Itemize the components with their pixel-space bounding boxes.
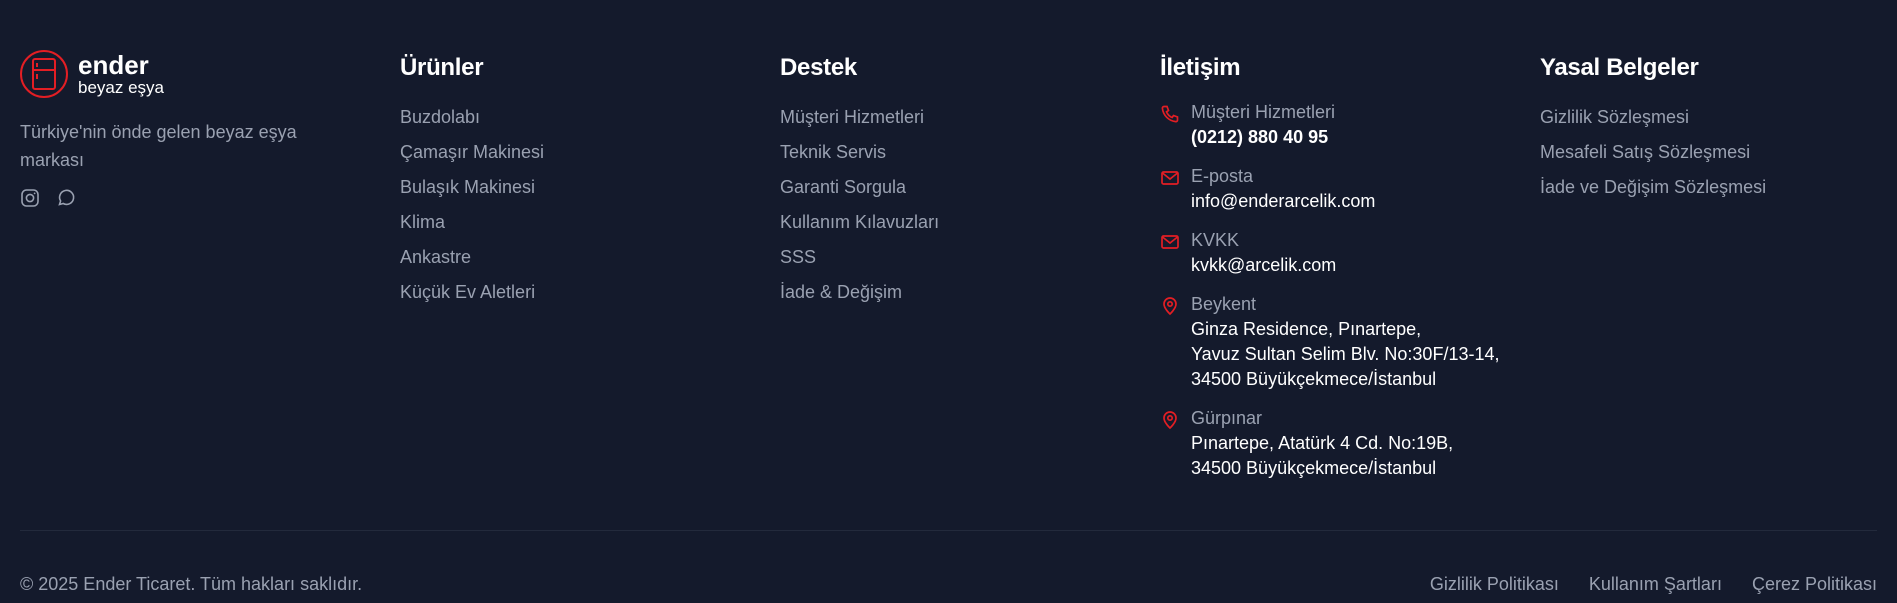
footer-divider — [20, 530, 1877, 531]
support-link-technical-service[interactable]: Teknik Servis — [780, 135, 939, 170]
support-link-manuals[interactable]: Kullanım Kılavuzları — [780, 205, 939, 240]
gurpinar-label: Gürpınar — [1191, 408, 1263, 428]
product-link-builtin[interactable]: Ankastre — [400, 240, 544, 275]
contact-gurpinar: Gürpınar Pınartepe, Atatürk 4 Cd. No:19B… — [1160, 406, 1499, 481]
brand-block: ender beyaz eşya Türkiye'nin önde gelen … — [20, 50, 340, 208]
beykent-address-line: 34500 Büyükçekmece/İstanbul — [1191, 369, 1437, 389]
footer-link-privacy-policy[interactable]: Gizlilik Politikası — [1430, 570, 1559, 598]
gurpinar-address-line: Pınartepe, Atatürk 4 Cd. No:19B, — [1191, 433, 1454, 453]
legal-column: Yasal Belgeler Gizlilik Sözleşmesi Mesaf… — [1540, 50, 1766, 205]
email-address[interactable]: info@enderarcelik.com — [1191, 189, 1375, 214]
legal-link-privacy[interactable]: Gizlilik Sözleşmesi — [1540, 100, 1766, 135]
product-link-washer[interactable]: Çamaşır Makinesi — [400, 135, 544, 170]
beykent-address-line: Yavuz Sultan Selim Blv. No:30F/13-14, — [1191, 344, 1500, 364]
contact-beykent: Beykent Ginza Residence, Pınartepe, Yavu… — [1160, 292, 1499, 392]
brand-name: ender — [78, 50, 149, 80]
support-link-faq[interactable]: SSS — [780, 240, 939, 275]
products-column: Ürünler Buzdolabı Çamaşır Makinesi Bulaş… — [400, 50, 544, 310]
support-link-returns[interactable]: İade & Değişim — [780, 275, 939, 310]
products-heading: Ürünler — [400, 54, 484, 81]
contact-phone: Müşteri Hizmetleri (0212) 880 40 95 — [1160, 100, 1499, 150]
product-link-ac[interactable]: Klima — [400, 205, 544, 240]
logo[interactable]: ender beyaz eşya — [20, 50, 340, 98]
mail-icon — [1160, 168, 1182, 190]
support-heading: Destek — [780, 54, 857, 81]
legal-link-returns[interactable]: İade ve Değişim Sözleşmesi — [1540, 170, 1766, 205]
footer-link-cookies[interactable]: Çerez Politikası — [1752, 570, 1877, 598]
brand-subtitle: beyaz eşya — [78, 78, 164, 97]
mail-icon — [1160, 232, 1182, 254]
contact-heading: İletişim — [1160, 54, 1241, 81]
contact-column: İletişim Müşteri Hizmetleri (0212) 880 4… — [1160, 50, 1499, 481]
product-link-dishwasher[interactable]: Bulaşık Makinesi — [400, 170, 544, 205]
support-link-customer-service[interactable]: Müşteri Hizmetleri — [780, 100, 939, 135]
beykent-label: Beykent — [1191, 294, 1257, 314]
contact-email: E-posta info@enderarcelik.com — [1160, 164, 1499, 214]
gurpinar-address-line: 34500 Büyükçekmece/İstanbul — [1191, 458, 1437, 478]
product-link-small-appliances[interactable]: Küçük Ev Aletleri — [400, 275, 544, 310]
support-link-warranty[interactable]: Garanti Sorgula — [780, 170, 939, 205]
social-links — [20, 188, 340, 208]
legal-heading: Yasal Belgeler — [1540, 54, 1699, 81]
product-link-fridge[interactable]: Buzdolabı — [400, 100, 544, 135]
copyright-text: © 2025 Ender Ticaret. Tüm hakları saklıd… — [20, 574, 363, 594]
footer-link-terms[interactable]: Kullanım Şartları — [1589, 570, 1722, 598]
phone-label: Müşteri Hizmetleri — [1191, 102, 1336, 122]
kvkk-email[interactable]: kvkk@arcelik.com — [1191, 253, 1336, 278]
legal-link-distance-sales[interactable]: Mesafeli Satış Sözleşmesi — [1540, 135, 1766, 170]
brand-tagline: Türkiye'nin önde gelen beyaz eşya markas… — [20, 122, 297, 170]
fridge-logo-icon — [20, 50, 68, 98]
contact-kvkk: KVKK kvkk@arcelik.com — [1160, 228, 1499, 278]
support-column: Destek Müşteri Hizmetleri Teknik Servis … — [780, 50, 939, 310]
instagram-icon[interactable] — [20, 188, 40, 208]
footer-bottom-bar: © 2025 Ender Ticaret. Tüm hakları saklıd… — [20, 570, 1877, 598]
map-pin-icon — [1160, 410, 1182, 432]
map-pin-icon — [1160, 296, 1182, 318]
phone-icon — [1160, 104, 1182, 126]
beykent-address-line: Ginza Residence, Pınartepe, — [1191, 319, 1422, 339]
kvkk-label: KVKK — [1191, 230, 1240, 250]
whatsapp-icon[interactable] — [56, 188, 76, 208]
email-label: E-posta — [1191, 166, 1254, 186]
phone-number[interactable]: (0212) 880 40 95 — [1191, 125, 1335, 150]
